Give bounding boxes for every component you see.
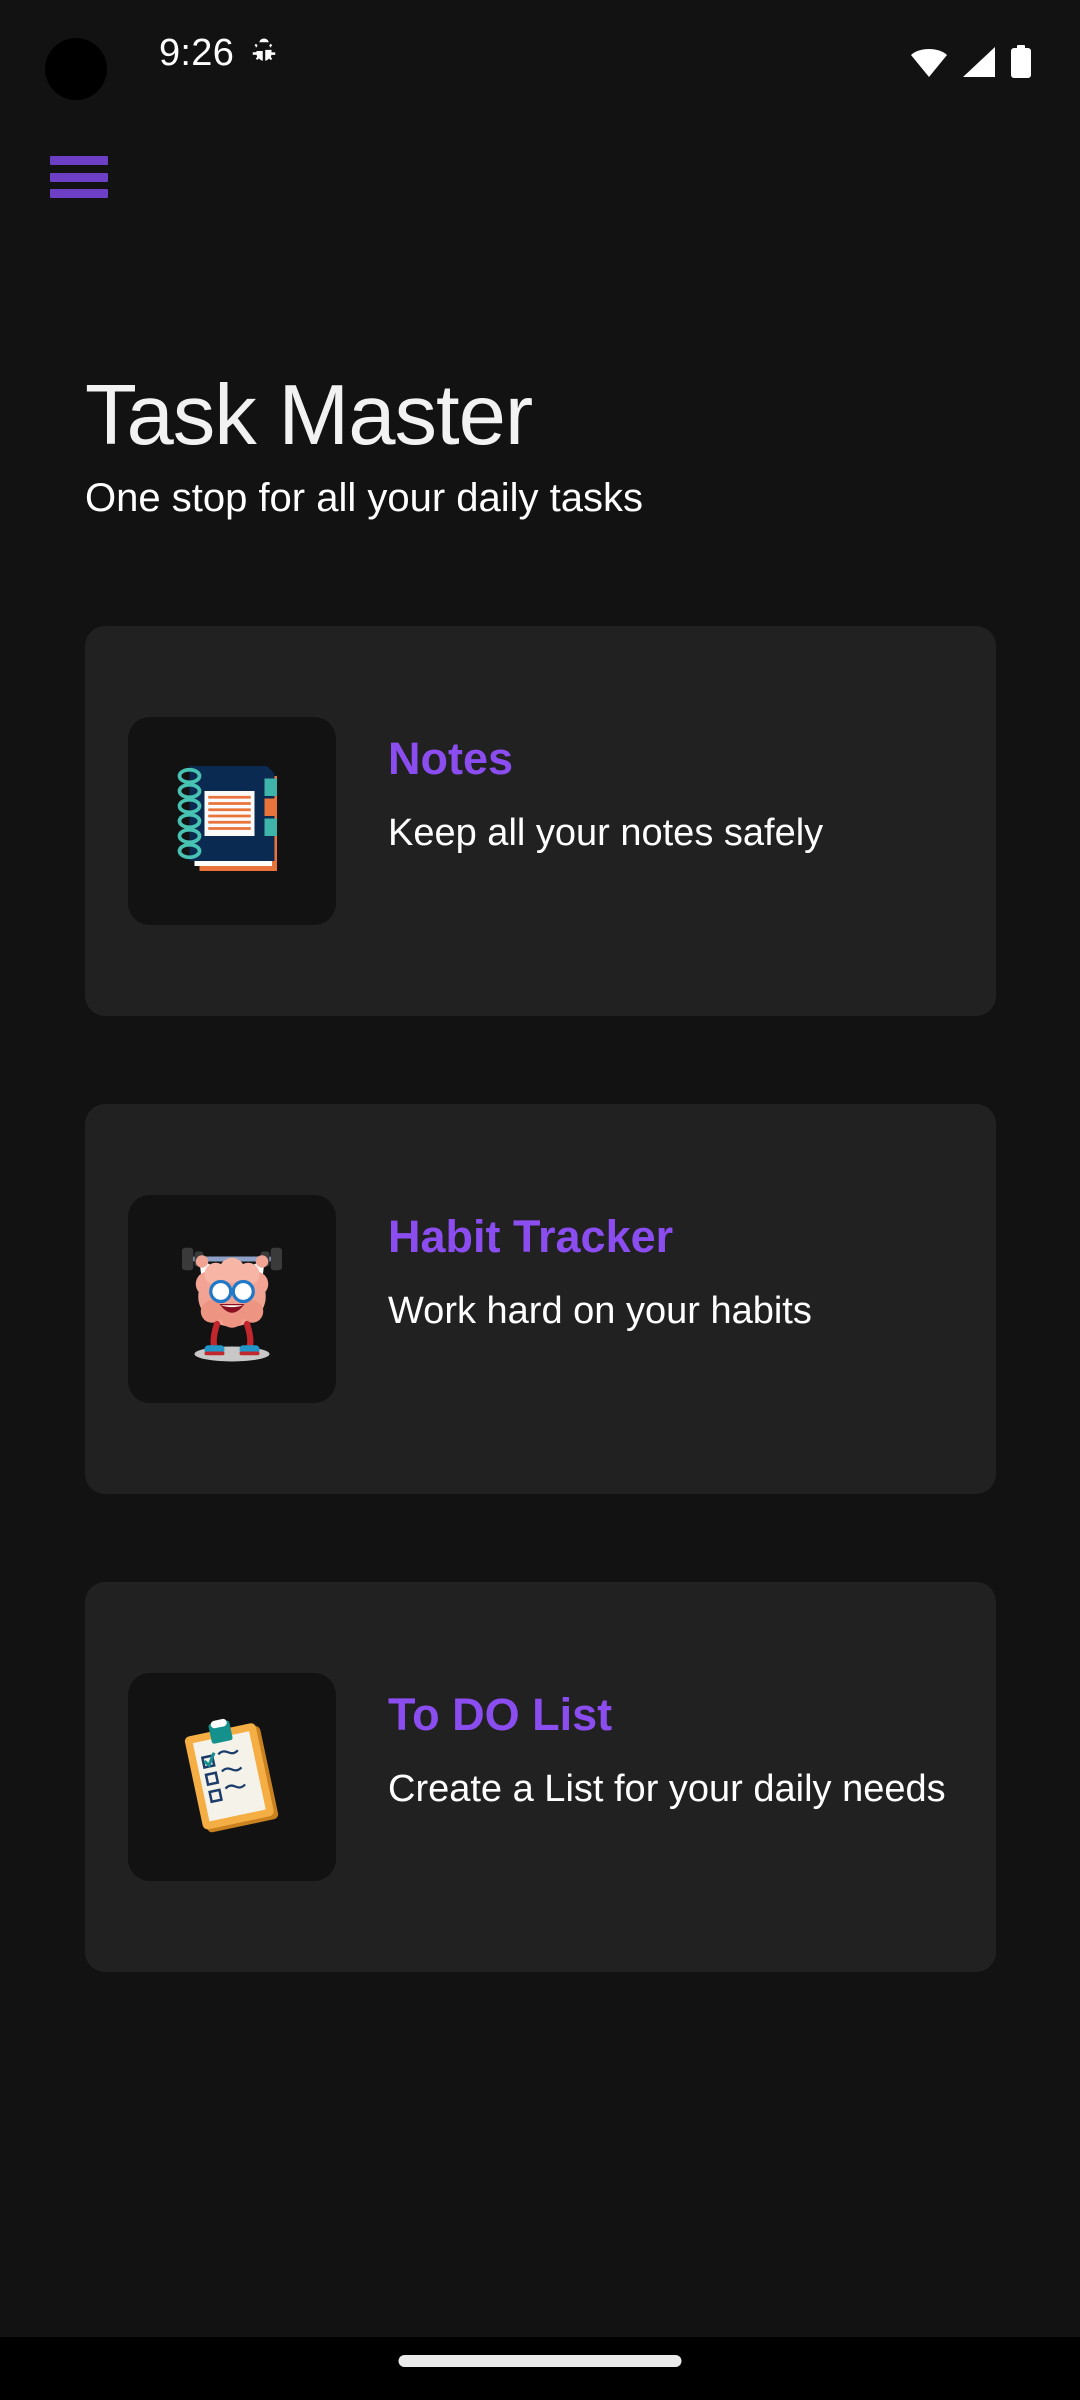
status-bar-right bbox=[910, 44, 1032, 84]
app-bar bbox=[0, 112, 1080, 232]
hamburger-menu-icon[interactable] bbox=[50, 150, 124, 204]
card-description: Work hard on your habits bbox=[388, 1290, 812, 1332]
feature-card-notes[interactable]: Notes Keep all your notes safely bbox=[85, 626, 996, 1016]
status-time: 9:26 bbox=[159, 32, 235, 74]
menu-bar-3 bbox=[50, 189, 108, 198]
home-gesture-handle[interactable] bbox=[398, 2355, 682, 2367]
card-text-block: Notes Keep all your notes safely bbox=[388, 732, 976, 856]
cellular-signal-icon bbox=[962, 46, 996, 83]
app-screen: 9:26 Task Master One stop for all your d… bbox=[0, 0, 1080, 2400]
card-title: Habit Tracker bbox=[388, 1211, 674, 1262]
header: Task Master One stop for all your daily … bbox=[85, 368, 995, 522]
page-title: Task Master bbox=[85, 368, 533, 463]
notebook-icon bbox=[128, 717, 336, 925]
status-bar: 9:26 bbox=[0, 0, 1080, 112]
wifi-icon bbox=[910, 46, 948, 83]
card-text-block: Habit Tracker Work hard on your habits bbox=[388, 1210, 976, 1334]
card-title: To DO List bbox=[388, 1689, 613, 1740]
feature-card-todo-list[interactable]: To DO List Create a List for your daily … bbox=[85, 1582, 996, 1972]
brain-weightlifting-icon bbox=[128, 1195, 336, 1403]
card-title: Notes bbox=[388, 733, 514, 784]
status-bar-left: 9:26 bbox=[159, 30, 279, 76]
feature-card-habit-tracker[interactable]: Habit Tracker Work hard on your habits bbox=[85, 1104, 996, 1494]
card-text-block: To DO List Create a List for your daily … bbox=[388, 1688, 976, 1812]
battery-full-icon bbox=[1010, 44, 1032, 84]
clipboard-checklist-icon bbox=[128, 1673, 336, 1881]
menu-bar-2 bbox=[50, 172, 108, 182]
card-description: Keep all your notes safely bbox=[388, 812, 824, 854]
bug-icon bbox=[249, 36, 279, 71]
front-camera-cutout bbox=[45, 38, 107, 100]
system-navigation-bar bbox=[0, 2337, 1080, 2400]
card-description: Create a List for your daily needs bbox=[388, 1768, 946, 1810]
feature-card-list: Notes Keep all your notes safely Habit T… bbox=[85, 626, 996, 2060]
menu-bar-1 bbox=[50, 156, 108, 165]
page-subtitle: One stop for all your daily tasks bbox=[85, 476, 644, 520]
